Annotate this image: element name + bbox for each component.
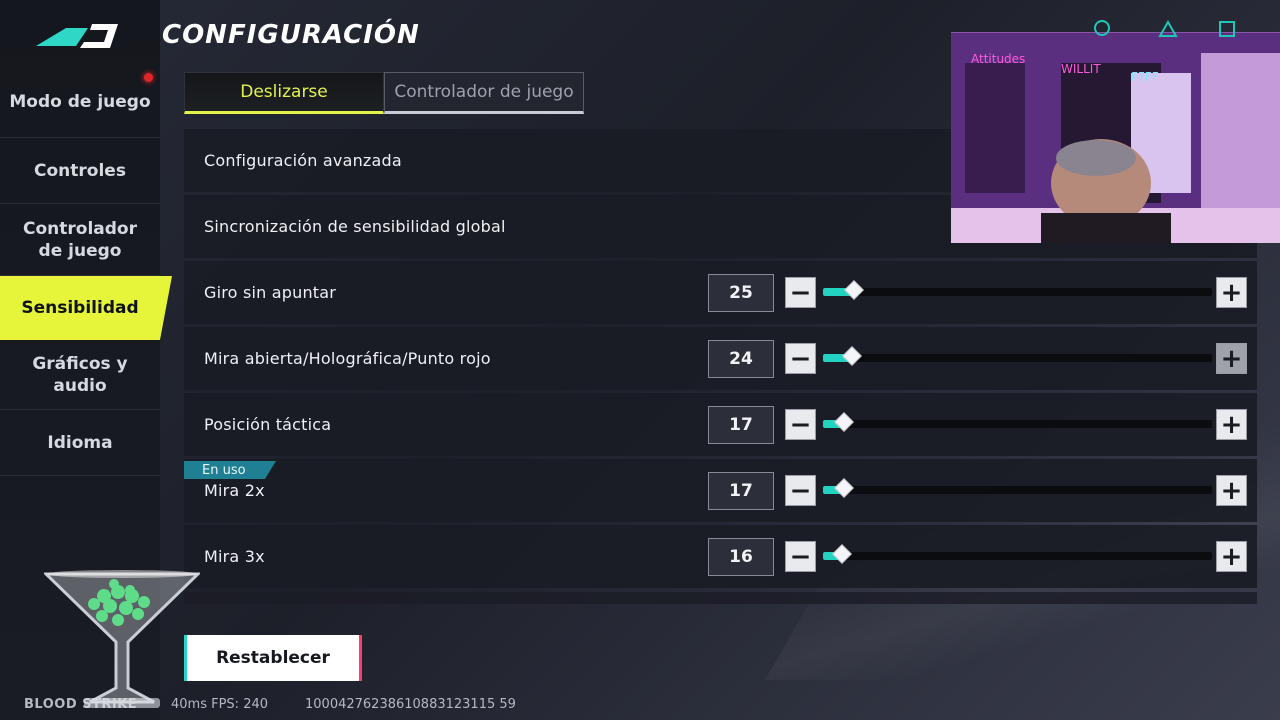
svg-text:FFFF: FFFF: [1131, 70, 1159, 84]
player-id: 10004276238610883123115 59: [305, 697, 516, 712]
row-label: Mira abierta/Holográfica/Punto rojo: [204, 349, 491, 368]
minus-icon: −: [789, 409, 812, 440]
cocktail-glass-icon: [44, 570, 200, 708]
increase-button[interactable]: +: [1216, 277, 1247, 308]
list-scroll-edge: [184, 592, 1257, 604]
tab-controlador-de-juego[interactable]: Controlador de juego: [384, 72, 584, 114]
slider-track[interactable]: [823, 478, 1212, 498]
slider-track[interactable]: [823, 346, 1212, 366]
slider-row: Posición táctica 17 − +: [184, 393, 1257, 456]
decrease-button[interactable]: −: [785, 277, 816, 308]
svg-text:WILLIT: WILLIT: [1061, 62, 1101, 76]
sidebar-item-label: Gráficos y audio: [32, 353, 128, 396]
slider-track[interactable]: [823, 544, 1212, 564]
row-label: Mira 3x: [204, 547, 265, 566]
sidebar-item-label: Idioma: [47, 432, 113, 453]
sidebar-item-controlador-de-juego[interactable]: Controlador de juego: [0, 204, 160, 276]
sidebar-item-idioma[interactable]: Idioma: [0, 410, 160, 476]
sidebar-item-label: Sensibilidad: [21, 298, 139, 318]
tab-bar: Deslizarse Controlador de juego: [184, 72, 584, 114]
value-input[interactable]: 16: [708, 538, 774, 576]
slider-row: Mira abierta/Holográfica/Punto rojo 24 −…: [184, 327, 1257, 390]
webcam-image: Attitudes WILLIT FFFF: [951, 33, 1280, 243]
slider-row: Giro sin apuntar 25 − +: [184, 261, 1257, 324]
sidebar-item-modo-de-juego[interactable]: Modo de juego: [0, 66, 160, 138]
row-label: Giro sin apuntar: [204, 283, 337, 302]
sidebar-item-controles[interactable]: Controles: [0, 138, 160, 204]
sidebar-item-label: Controles: [34, 160, 126, 181]
plus-icon: +: [1220, 343, 1243, 374]
value-input[interactable]: 17: [708, 472, 774, 510]
minus-icon: −: [789, 475, 812, 506]
increase-button[interactable]: +: [1216, 409, 1247, 440]
sidebar-item-graficos-y-audio[interactable]: Gráficos y audio: [0, 340, 160, 410]
row-label: Posición táctica: [204, 415, 332, 434]
slider-thumb[interactable]: [842, 346, 863, 366]
increase-button[interactable]: +: [1216, 541, 1247, 572]
logo-icon: [36, 24, 118, 48]
decrease-button[interactable]: −: [785, 541, 816, 572]
svg-text:Attitudes: Attitudes: [971, 52, 1025, 66]
plus-icon: +: [1220, 541, 1243, 572]
plus-icon: +: [1220, 409, 1243, 440]
increase-button[interactable]: +: [1216, 343, 1247, 374]
row-label: Configuración avanzada: [204, 151, 402, 170]
tab-deslizarse[interactable]: Deslizarse: [184, 72, 384, 114]
row-label: Sincronización de sensibilidad global: [204, 217, 506, 236]
sidebar-item-label: Modo de juego: [9, 91, 151, 112]
slider-track[interactable]: [823, 412, 1212, 432]
minus-icon: −: [789, 541, 812, 572]
sidebar-item-label: Controlador de juego: [23, 218, 137, 261]
plus-icon: +: [1220, 277, 1243, 308]
slider-thumb[interactable]: [832, 544, 853, 564]
minus-icon: −: [789, 277, 812, 308]
slider-thumb[interactable]: [844, 280, 865, 300]
value-input[interactable]: 25: [708, 274, 774, 312]
decrease-button[interactable]: −: [785, 343, 816, 374]
webcam-overlay: Attitudes WILLIT FFFF: [951, 32, 1280, 243]
slider-track[interactable]: [823, 280, 1212, 300]
slider-thumb[interactable]: [833, 412, 854, 432]
decrease-button[interactable]: −: [785, 409, 816, 440]
sidebar-item-sensibilidad[interactable]: Sensibilidad: [0, 276, 172, 340]
page-title: CONFIGURACIÓN: [162, 20, 420, 50]
value-input[interactable]: 17: [708, 406, 774, 444]
value-input[interactable]: 24: [708, 340, 774, 378]
in-use-badge: En uso: [184, 461, 276, 479]
slider-row: Mira 2x 17 − +: [184, 459, 1257, 522]
header-icons: [1094, 19, 1235, 37]
decrease-button[interactable]: −: [785, 475, 816, 506]
minus-icon: −: [789, 343, 812, 374]
slider-row: Mira 3x 16 − +: [184, 525, 1257, 588]
increase-button[interactable]: +: [1216, 475, 1247, 506]
reset-button[interactable]: Restablecer: [184, 635, 362, 681]
plus-icon: +: [1220, 475, 1243, 506]
slider-thumb[interactable]: [833, 478, 854, 498]
